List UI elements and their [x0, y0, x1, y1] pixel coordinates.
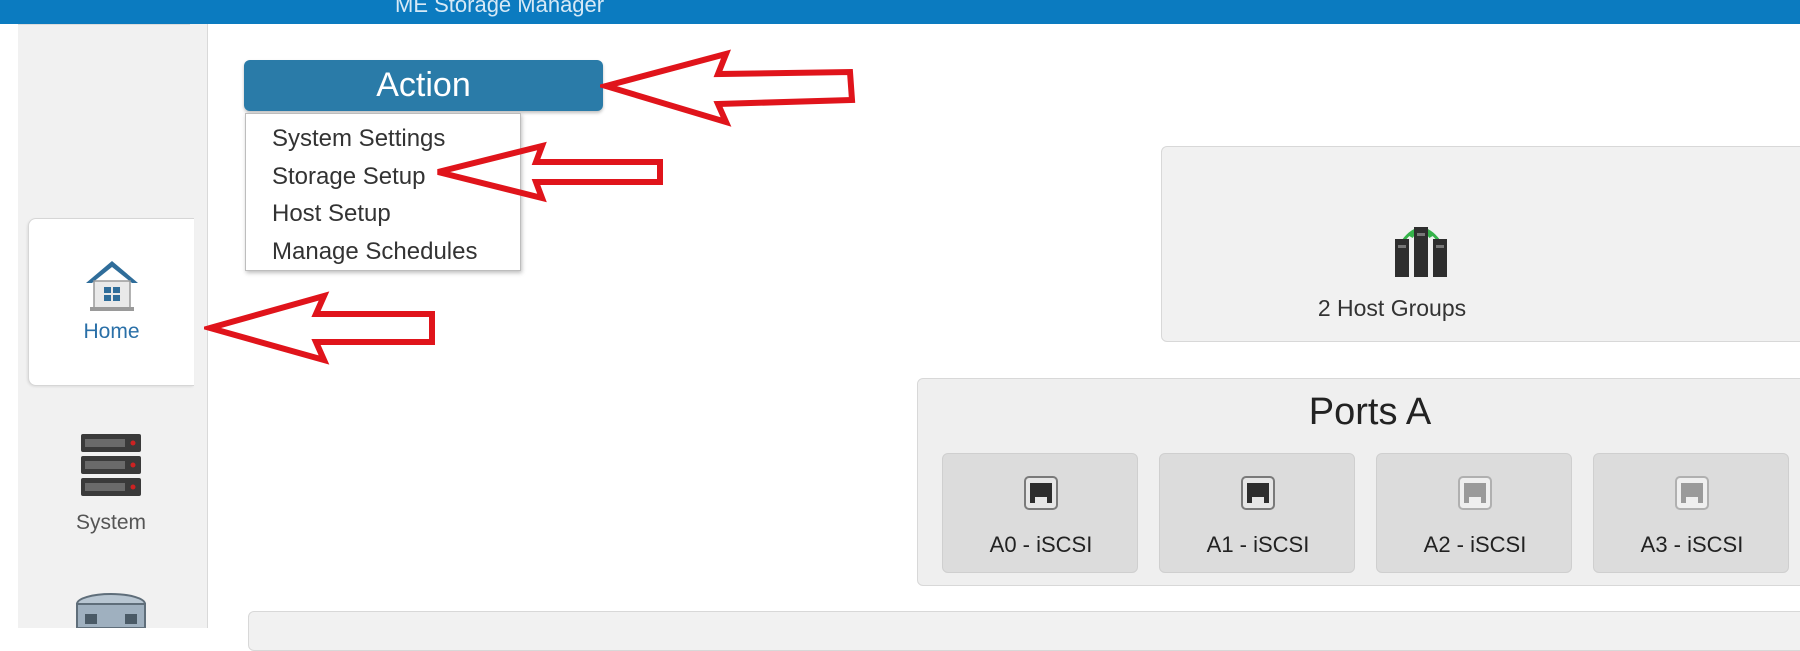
sidebar: Home System	[18, 24, 208, 628]
annotation-arrow-storage-setup	[437, 141, 663, 203]
ethernet-port-icon	[1458, 476, 1492, 515]
sidebar-item-system[interactable]: System	[28, 402, 194, 562]
ethernet-port-icon	[1024, 476, 1058, 515]
header-bar: ME Storage Manager	[0, 0, 1800, 24]
sidebar-item-label: System	[75, 511, 146, 534]
ethernet-port-icon	[1675, 476, 1709, 515]
host-groups-icon	[1389, 219, 1453, 284]
port-a2[interactable]: A2 - iSCSI	[1376, 453, 1572, 573]
app-title: ME Storage Manager	[395, 0, 605, 17]
port-label: A3 - iSCSI	[1640, 532, 1744, 557]
port-label: A0 - iSCSI	[989, 532, 1093, 557]
ports-title: Ports A	[1308, 391, 1432, 433]
annotation-arrow-action	[600, 49, 856, 127]
host-groups-label: 2 Host Groups	[1317, 295, 1467, 321]
host-groups-panel[interactable]: 2 Host Groups	[1161, 146, 1800, 342]
home-icon	[29, 257, 194, 318]
port-label: A1 - iSCSI	[1206, 532, 1310, 557]
storage-icon	[28, 592, 194, 628]
ports-panel: Ports A A0 - iSCSI A1 - iSCSI A2 - iSCSI…	[917, 378, 1800, 586]
port-a1[interactable]: A1 - iSCSI	[1159, 453, 1355, 573]
sidebar-item-label: Home	[83, 320, 140, 343]
action-button[interactable]: Action	[244, 60, 603, 111]
menu-item-manage-schedules[interactable]: Manage Schedules	[246, 233, 520, 271]
bottom-panel	[248, 611, 1800, 651]
annotation-arrow-home	[204, 291, 435, 365]
port-a0[interactable]: A0 - iSCSI	[942, 453, 1138, 573]
ethernet-port-icon	[1241, 476, 1275, 515]
sidebar-divider	[18, 24, 190, 25]
port-label: A2 - iSCSI	[1423, 532, 1527, 557]
server-rack-icon	[28, 432, 194, 503]
sidebar-item-storage[interactable]	[28, 584, 194, 628]
sidebar-item-home[interactable]: Home	[28, 218, 194, 386]
port-a3[interactable]: A3 - iSCSI	[1593, 453, 1789, 573]
